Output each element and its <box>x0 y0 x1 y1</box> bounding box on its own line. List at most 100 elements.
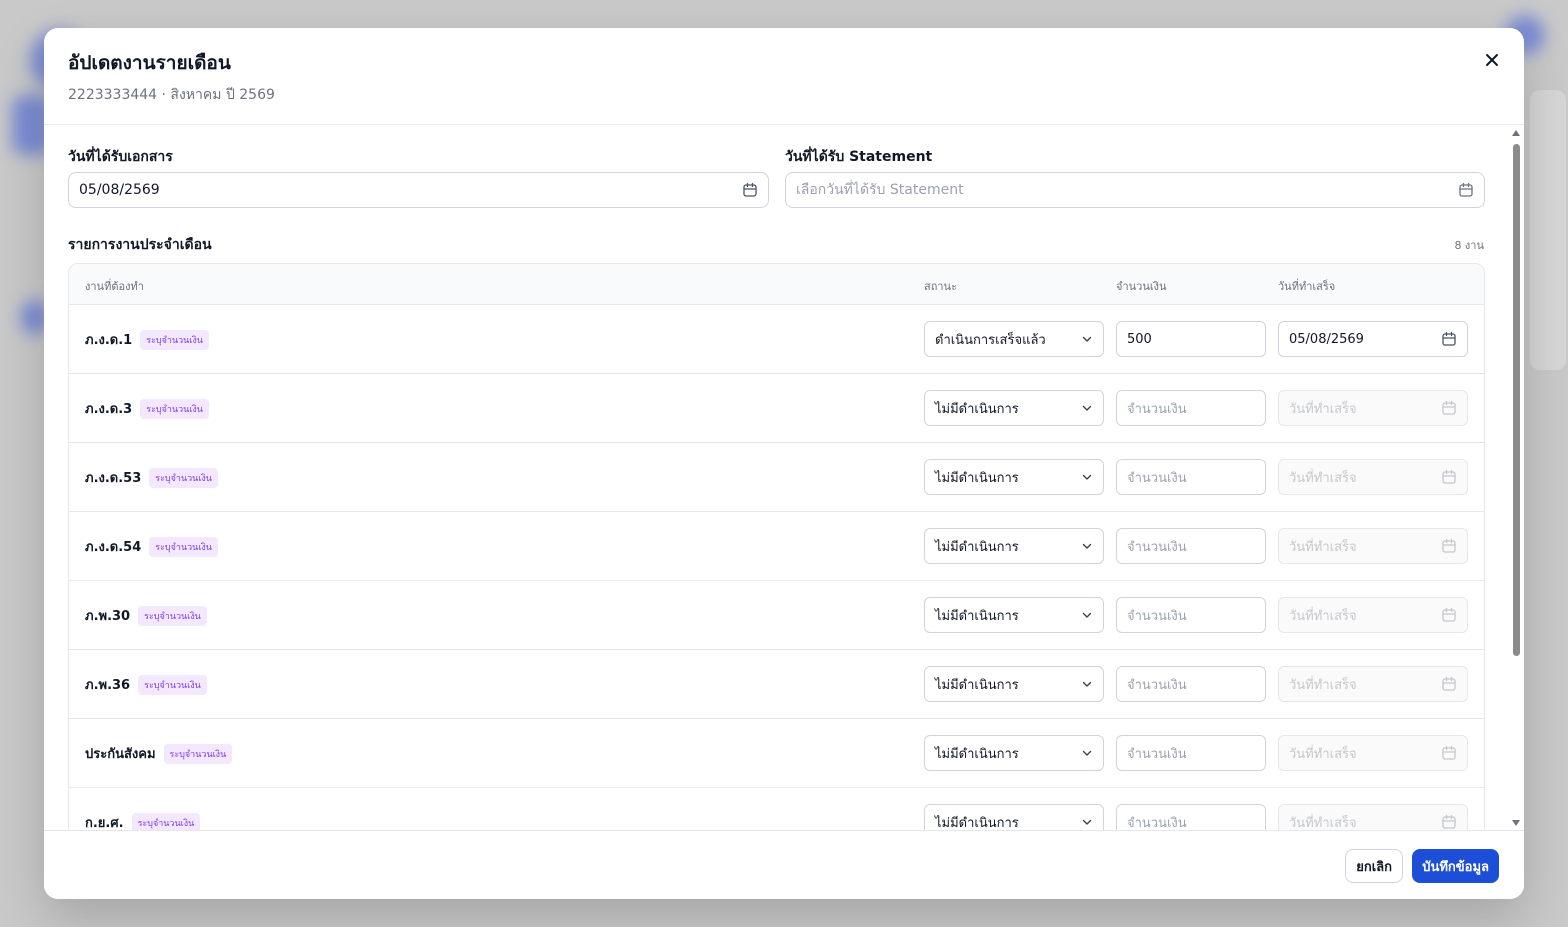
done-date-input[interactable]: วันที่ทำเสร็จ <box>1278 597 1468 633</box>
task-cell: ภ.ง.ด.53 ระบุจำนวนเงิน <box>85 443 218 512</box>
amount-required-badge: ระบุจำนวนเงิน <box>138 605 207 626</box>
task-cell: ภ.พ.30 ระบุจำนวนเงิน <box>85 581 207 650</box>
amount-required-badge: ระบุจำนวนเงิน <box>138 674 207 695</box>
close-button[interactable] <box>1480 48 1504 72</box>
modal-footer: ยกเลิก บันทึกข้อมูล <box>44 830 1524 899</box>
status-value: ไม่มีดำเนินการ <box>935 539 1019 555</box>
update-monthly-tasks-modal: อัปเดตงานรายเดือน 2223333444 · สิงหาคม ป… <box>44 28 1524 899</box>
amount-input[interactable]: 500 <box>1116 321 1266 357</box>
task-name: ภ.ง.ด.54 <box>85 540 142 555</box>
calendar-icon[interactable] <box>1441 331 1457 347</box>
save-button[interactable]: บันทึกข้อมูล <box>1412 849 1499 883</box>
close-icon <box>1486 54 1498 66</box>
doc-received-value: 05/08/2569 <box>79 182 160 198</box>
column-header-amount: จำนวนเงิน <box>1116 280 1167 293</box>
done-date-value: 05/08/2569 <box>1289 331 1364 347</box>
amount-required-badge: ระบุจำนวนเงิน <box>140 329 209 350</box>
amount-required-badge: ระบุจำนวนเงิน <box>149 536 218 557</box>
calendar-icon[interactable] <box>1441 676 1457 692</box>
done-date-input[interactable]: วันที่ทำเสร็จ <box>1278 390 1468 426</box>
calendar-icon[interactable] <box>1441 814 1457 830</box>
background-card <box>1530 90 1566 370</box>
calendar-icon[interactable] <box>1441 400 1457 416</box>
amount-input[interactable]: จำนวนเงิน <box>1116 735 1266 771</box>
amount-input[interactable]: จำนวนเงิน <box>1116 804 1266 830</box>
status-select[interactable]: ไม่มีดำเนินการ <box>924 735 1104 771</box>
task-name: ภ.ง.ด.1 <box>85 333 133 348</box>
status-select[interactable]: ไม่มีดำเนินการ <box>924 528 1104 564</box>
amount-input[interactable]: จำนวนเงิน <box>1116 528 1266 564</box>
amount-value: จำนวนเงิน <box>1127 608 1187 624</box>
done-date-input[interactable]: วันที่ทำเสร็จ <box>1278 735 1468 771</box>
done-date-value: วันที่ทำเสร็จ <box>1289 815 1357 831</box>
scroll-up-arrow-icon[interactable] <box>1512 130 1520 136</box>
calendar-icon[interactable] <box>1441 745 1457 761</box>
modal-title: อัปเดตงานรายเดือน <box>68 52 231 74</box>
amount-input[interactable]: จำนวนเงิน <box>1116 459 1266 495</box>
done-date-value: วันที่ทำเสร็จ <box>1289 539 1357 555</box>
status-select[interactable]: ไม่มีดำเนินการ <box>924 666 1104 702</box>
calendar-icon[interactable] <box>1441 538 1457 554</box>
column-header-status: สถานะ <box>924 280 957 293</box>
task-name: ภ.ง.ด.3 <box>85 402 133 417</box>
status-select[interactable]: ไม่มีดำเนินการ <box>924 597 1104 633</box>
modal-subtitle: 2223333444 · สิงหาคม ปี 2569 <box>68 87 275 103</box>
table-row: ภ.พ.30 ระบุจำนวนเงิน ไม่มีดำเนินการ จำนว… <box>69 581 1484 650</box>
chevron-down-icon <box>1082 543 1092 549</box>
chevron-down-icon <box>1082 612 1092 618</box>
done-date-value: วันที่ทำเสร็จ <box>1289 608 1357 624</box>
status-value: ไม่มีดำเนินการ <box>935 401 1019 417</box>
done-date-value: วันที่ทำเสร็จ <box>1289 470 1357 486</box>
amount-value: จำนวนเงิน <box>1127 677 1187 693</box>
scroll-thumb[interactable] <box>1513 144 1520 656</box>
tasks-count: 8 งาน <box>1454 239 1484 252</box>
calendar-icon[interactable] <box>1458 182 1474 198</box>
task-cell: ภ.พ.36 ระบุจำนวนเงิน <box>85 650 207 719</box>
done-date-input[interactable]: วันที่ทำเสร็จ <box>1278 528 1468 564</box>
status-select[interactable]: ไม่มีดำเนินการ <box>924 390 1104 426</box>
task-name: ประกันสังคม <box>85 747 156 762</box>
status-select[interactable]: ไม่มีดำเนินการ <box>924 459 1104 495</box>
table-row: ประกันสังคม ระบุจำนวนเงิน ไม่มีดำเนินการ… <box>69 719 1484 788</box>
status-value: ไม่มีดำเนินการ <box>935 608 1019 624</box>
task-cell: ภ.ง.ด.54 ระบุจำนวนเงิน <box>85 512 218 581</box>
table-body: ภ.ง.ด.1 ระบุจำนวนเงิน ดำเนินการเสร็จแล้ว… <box>69 305 1484 830</box>
scroll-down-arrow-icon[interactable] <box>1512 820 1520 826</box>
doc-received-date-input[interactable]: 05/08/2569 <box>68 172 769 208</box>
status-value: ไม่มีดำเนินการ <box>935 815 1019 831</box>
modal-header: อัปเดตงานรายเดือน 2223333444 · สิงหาคม ป… <box>44 28 1524 125</box>
calendar-icon[interactable] <box>1441 469 1457 485</box>
done-date-value: วันที่ทำเสร็จ <box>1289 746 1357 762</box>
calendar-icon[interactable] <box>742 182 758 198</box>
status-select[interactable]: ไม่มีดำเนินการ <box>924 804 1104 830</box>
amount-input[interactable]: จำนวนเงิน <box>1116 666 1266 702</box>
table-header: งานที่ต้องทำ สถานะ จำนวนเงิน วันที่ทำเสร… <box>69 264 1484 305</box>
task-name: ก.ย.ศ. <box>85 816 124 830</box>
status-select[interactable]: ดำเนินการเสร็จแล้ว <box>924 321 1104 357</box>
chevron-down-icon <box>1082 405 1092 411</box>
task-name: ภ.พ.30 <box>85 609 131 624</box>
modal-scrollbar[interactable] <box>1510 126 1522 830</box>
tasks-section-title: รายการงานประจำเดือน <box>68 237 212 253</box>
column-header-task: งานที่ต้องทำ <box>85 280 144 293</box>
calendar-icon[interactable] <box>1441 607 1457 623</box>
chevron-down-icon <box>1082 750 1092 756</box>
cancel-button[interactable]: ยกเลิก <box>1345 849 1403 883</box>
column-header-done-date: วันที่ทำเสร็จ <box>1278 280 1336 293</box>
amount-input[interactable]: จำนวนเงิน <box>1116 597 1266 633</box>
table-row: ภ.ง.ด.54 ระบุจำนวนเงิน ไม่มีดำเนินการ จำ… <box>69 512 1484 581</box>
done-date-input[interactable]: วันที่ทำเสร็จ <box>1278 804 1468 830</box>
amount-required-badge: ระบุจำนวนเงิน <box>149 467 218 488</box>
done-date-input[interactable]: 05/08/2569 <box>1278 321 1468 357</box>
amount-input[interactable]: จำนวนเงิน <box>1116 390 1266 426</box>
chevron-down-icon <box>1082 819 1092 825</box>
task-cell: ประกันสังคม ระบุจำนวนเงิน <box>85 719 233 788</box>
statement-received-date-input[interactable]: เลือกวันที่ได้รับ Statement <box>785 172 1485 208</box>
amount-required-badge: ระบุจำนวนเงิน <box>163 743 233 764</box>
done-date-input[interactable]: วันที่ทำเสร็จ <box>1278 666 1468 702</box>
status-value: ไม่มีดำเนินการ <box>935 746 1019 762</box>
doc-received-label: วันที่ได้รับเอกสาร <box>68 149 173 165</box>
amount-value: จำนวนเงิน <box>1127 470 1187 486</box>
done-date-input[interactable]: วันที่ทำเสร็จ <box>1278 459 1468 495</box>
amount-value: จำนวนเงิน <box>1127 401 1187 417</box>
